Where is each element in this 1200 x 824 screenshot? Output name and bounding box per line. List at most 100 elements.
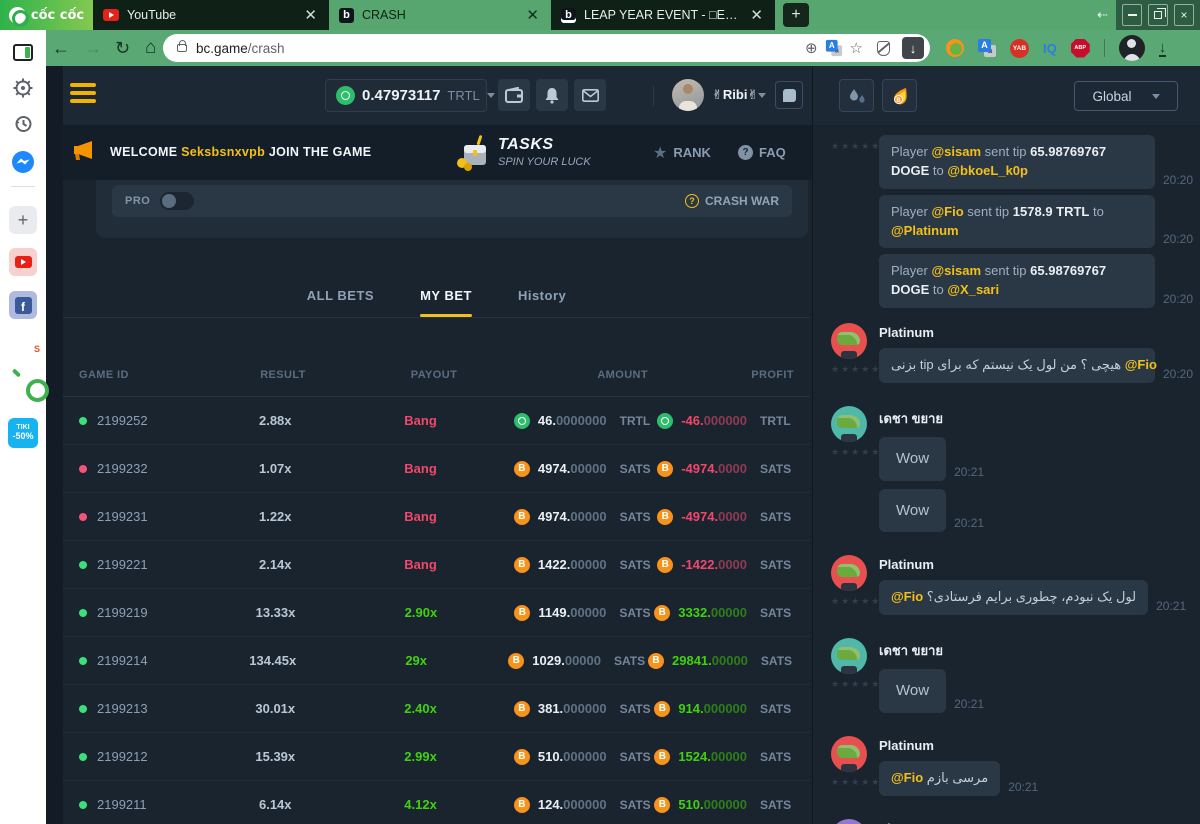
bcgame-favicon: b xyxy=(339,8,354,23)
user-avatar[interactable] xyxy=(831,406,867,442)
user-avatar[interactable] xyxy=(831,638,867,674)
restore-button[interactable] xyxy=(1148,4,1168,26)
tasks-chest-icon[interactable] xyxy=(452,133,494,173)
close-tab-icon[interactable]: ✕ xyxy=(524,8,541,23)
sidebar-toggle-icon[interactable] xyxy=(13,44,33,61)
downloads-icon[interactable]: ↓ xyxy=(1159,40,1167,57)
sidebar-tiki-shortcut[interactable]: TIKI-50% xyxy=(8,418,38,448)
chevron-down-icon[interactable] xyxy=(758,93,766,98)
amount-cell: 1149.00000 SATS xyxy=(514,605,653,621)
wallet-button[interactable] xyxy=(498,79,530,111)
table-row[interactable]: 2199232 1.07x Bang 4974.00000 SATS -4974… xyxy=(63,445,810,493)
profile-avatar[interactable] xyxy=(1119,35,1145,61)
chat-toggle-button[interactable] xyxy=(775,81,803,109)
user-avatar[interactable] xyxy=(672,79,704,111)
translate-page-icon[interactable] xyxy=(825,40,841,56)
bets-tab-bar: ALL BETS MY BET History xyxy=(63,266,810,318)
game-id: 2199252 xyxy=(97,413,148,428)
address-bar[interactable]: bc.game/crash ⊕ ☆ ↓ xyxy=(163,34,930,62)
chat-username[interactable]: Platinum xyxy=(879,325,1200,340)
tab-history[interactable]: History xyxy=(518,288,566,317)
game-id: 2199212 xyxy=(97,749,148,764)
history-icon[interactable] xyxy=(13,114,33,134)
lock-icon[interactable] xyxy=(177,44,187,52)
user-avatar[interactable] xyxy=(831,323,867,359)
bookmark-star-icon[interactable]: ☆ xyxy=(850,39,863,57)
notifications-button[interactable] xyxy=(536,79,568,111)
close-tab-icon[interactable]: ✕ xyxy=(748,8,765,23)
table-row[interactable]: 2199221 2.14x Bang 1422.00000 SATS -1422… xyxy=(63,541,810,589)
extension-yab-icon[interactable]: YAB xyxy=(1010,39,1029,58)
tab-all-bets[interactable]: ALL BETS xyxy=(307,288,374,317)
table-row[interactable]: 2199214 134.45x 29x 1029.00000 SATS 2984… xyxy=(63,637,810,685)
bcgame-favicon: b xyxy=(561,8,576,23)
extension-translate-icon[interactable] xyxy=(978,39,996,57)
tasks-label[interactable]: TASKS SPIN YOUR LUCK xyxy=(498,136,591,168)
chat-username[interactable]: Platinum xyxy=(879,738,1200,753)
chat-username[interactable]: เดชา ขยาย xyxy=(879,640,1200,661)
dock-tabs-icon[interactable]: ⇠ xyxy=(1097,0,1108,30)
adblock-shield-icon[interactable] xyxy=(877,41,890,56)
sidebar-youtube-shortcut[interactable] xyxy=(9,248,37,276)
reload-button[interactable]: ↻ xyxy=(115,30,130,66)
close-window-button[interactable]: × xyxy=(1174,4,1194,26)
table-row[interactable]: 2199252 2.88x Bang 46.0000000 TRTL -46.0… xyxy=(63,397,810,445)
user-avatar[interactable] xyxy=(831,819,867,824)
tab-my-bet[interactable]: MY BET xyxy=(420,288,472,317)
sidebar-add-button[interactable]: + xyxy=(9,206,37,234)
bets-table-body: 2199252 2.88x Bang 46.0000000 TRTL -46.0… xyxy=(63,397,810,824)
separator xyxy=(1104,39,1105,57)
user-avatar[interactable] xyxy=(831,555,867,591)
timestamp: 20:21 xyxy=(954,697,984,713)
extension-iq-icon[interactable]: IQ xyxy=(1043,41,1057,56)
user-avatar[interactable] xyxy=(831,736,867,772)
chat-username[interactable]: เดชา ขยาย xyxy=(879,408,1200,429)
result-value: 2.14x xyxy=(223,557,327,572)
minimize-button[interactable] xyxy=(1122,4,1142,26)
crash-war-link[interactable]: ? CRASH WAR xyxy=(685,194,779,208)
sidebar-facebook-shortcut[interactable]: f xyxy=(9,291,37,319)
pro-toggle[interactable] xyxy=(160,192,194,210)
tab-youtube[interactable]: YouTube ✕ xyxy=(93,0,329,30)
table-row[interactable]: 2199219 13.33x 2.90x 1149.00000 SATS 333… xyxy=(63,589,810,637)
home-button[interactable]: ⌂ xyxy=(145,30,156,66)
settings-gear-icon[interactable] xyxy=(13,78,33,98)
chevron-down-icon xyxy=(1152,94,1160,99)
result-value: 1.07x xyxy=(223,461,327,476)
close-tab-icon[interactable]: ✕ xyxy=(302,8,319,23)
rank-link[interactable]: ★ RANK xyxy=(653,125,711,180)
chat-channel-select[interactable]: Global xyxy=(1074,81,1178,111)
faq-link[interactable]: ? FAQ xyxy=(738,125,786,180)
forward-button[interactable]: → xyxy=(84,30,102,66)
menu-hamburger-icon[interactable] xyxy=(70,83,96,107)
currency-coin-icon xyxy=(657,509,673,525)
chevron-down-icon xyxy=(487,93,495,98)
messages-button[interactable] xyxy=(574,79,606,111)
rain-button[interactable] xyxy=(839,79,874,112)
table-row[interactable]: 2199213 30.01x 2.40x 381.000000 SATS 914… xyxy=(63,685,810,733)
currency-coin-icon xyxy=(514,797,530,813)
new-tab-button[interactable]: + xyxy=(783,3,809,27)
url-text[interactable]: bc.game/crash xyxy=(196,41,798,56)
browser-window: cốc cốc YouTube ✕ b CRASH ✕ b LEAP YEAR … xyxy=(0,0,1200,824)
table-row[interactable]: 2199231 1.22x Bang 4974.00000 SATS -4974… xyxy=(63,493,810,541)
game-status-dot xyxy=(79,609,87,617)
balance-selector[interactable]: 0.47973117 TRTL xyxy=(325,79,487,112)
amount-cell: 4974.00000 SATS xyxy=(514,509,654,525)
download-page-button[interactable]: ↓ xyxy=(902,37,924,59)
table-row[interactable]: 2199211 6.14x 4.12x 124.000000 SATS 510.… xyxy=(63,781,810,824)
messenger-icon[interactable] xyxy=(11,150,35,174)
table-row[interactable]: 2199212 15.39x 2.99x 510.000000 SATS 152… xyxy=(63,733,810,781)
currency-coin-icon xyxy=(514,605,530,621)
add-icon[interactable]: ⊕ xyxy=(805,39,818,57)
coindrop-button[interactable]: B xyxy=(882,79,917,112)
extension-abp-icon[interactable]: ABP xyxy=(1071,39,1090,58)
tab-crash[interactable]: b CRASH ✕ xyxy=(329,0,551,30)
back-button[interactable]: ← xyxy=(52,30,70,66)
chat-username[interactable]: Platinum xyxy=(879,557,1200,572)
tab-leap-year-event[interactable]: b LEAP YEAR EVENT - □Event - ✕ xyxy=(551,0,775,30)
extension-orange-icon[interactable] xyxy=(946,39,964,57)
username[interactable]: ✌Ribi✌ xyxy=(712,87,758,103)
payout-value: 2.40x xyxy=(327,701,514,716)
chat-bubble: @Fio مرسی بازم xyxy=(879,761,1000,796)
